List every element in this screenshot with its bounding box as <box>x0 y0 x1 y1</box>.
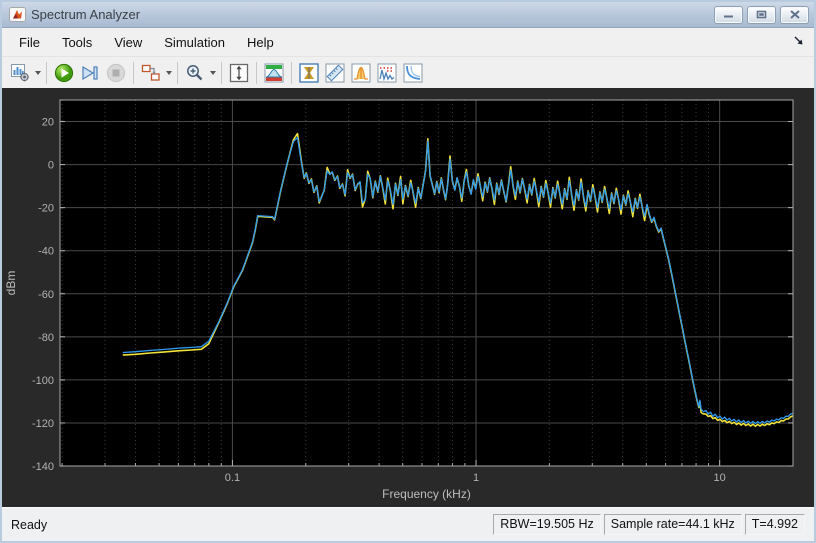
x-tick-label: 1 <box>473 472 479 484</box>
window-title: Spectrum Analyzer <box>31 7 141 22</box>
restore-icon <box>756 10 767 19</box>
y-tick-label: -20 <box>38 203 54 215</box>
y-tick-label: 20 <box>42 117 54 129</box>
toolbar-separator <box>133 61 134 84</box>
status-sample-rate: Sample rate=44.1 kHz <box>603 514 742 535</box>
zoom-in-icon <box>187 64 203 80</box>
spectrum-plot[interactable]: 0.1 1 10 20 0 -20 -40 -60 -80 -100 -120 -140 <box>2 88 814 507</box>
status-ready: Ready <box>11 517 48 532</box>
status-time: T=4.992 <box>744 514 805 535</box>
toolbar-separator <box>221 61 222 84</box>
simulink-model-button[interactable] <box>138 61 164 85</box>
window-controls <box>714 5 809 24</box>
spectrogram-icon <box>264 63 284 82</box>
minimize-button[interactable] <box>714 5 743 24</box>
ccdf-measurements-button[interactable] <box>400 61 426 85</box>
y-tick-label: -80 <box>38 332 54 344</box>
zoom-button[interactable] <box>182 61 208 85</box>
ruler-icon <box>325 63 345 82</box>
peak-finder-button[interactable] <box>348 61 374 85</box>
fit-to-view-button[interactable] <box>226 61 252 85</box>
toolbar <box>2 57 814 88</box>
y-tick-label: -120 <box>32 418 54 430</box>
run-icon <box>54 63 74 82</box>
menu-simulation[interactable]: Simulation <box>153 31 236 54</box>
toolbar-separator <box>256 61 257 84</box>
run-button[interactable] <box>51 61 77 85</box>
minimize-icon <box>724 15 733 18</box>
toolbar-separator <box>46 61 47 84</box>
step-forward-icon <box>82 65 98 80</box>
distortion-icon <box>377 63 397 82</box>
toolbar-separator <box>291 61 292 84</box>
matlab-app-icon <box>9 7 26 22</box>
zoom-dropdown[interactable] <box>208 61 217 85</box>
y-tick-label: -60 <box>38 289 54 301</box>
spectrum-settings-dropdown[interactable] <box>33 61 42 85</box>
spectrogram-button[interactable] <box>261 61 287 85</box>
simulink-blocks-icon <box>141 64 160 81</box>
ccdf-icon <box>403 63 423 82</box>
x-tick-label: 10 <box>714 472 726 484</box>
peak-finder-icon <box>351 63 371 82</box>
y-tick-label: -40 <box>38 246 54 258</box>
menu-help[interactable]: Help <box>236 31 285 54</box>
dock-arrow-icon[interactable] <box>793 35 804 46</box>
stop-icon <box>106 63 126 82</box>
x-tick-label: 0.1 <box>225 472 240 484</box>
y-axis-label: dBm <box>4 270 18 296</box>
restore-button[interactable] <box>747 5 776 24</box>
menu-bar: File Tools View Simulation Help <box>2 28 814 57</box>
menu-file[interactable]: File <box>8 31 51 54</box>
title-bar[interactable]: Spectrum Analyzer <box>2 2 814 28</box>
ruler-measurements-button[interactable] <box>322 61 348 85</box>
x-axis-label: Frequency (kHz) <box>382 487 471 501</box>
spectrum-settings-button[interactable] <box>7 61 33 85</box>
menu-tools[interactable]: Tools <box>51 31 103 54</box>
simulink-model-dropdown[interactable] <box>164 61 173 85</box>
chevron-down-icon <box>34 70 41 75</box>
cursor-measurements-icon <box>299 62 319 83</box>
close-button[interactable] <box>780 5 809 24</box>
spectrum-settings-icon <box>10 63 29 81</box>
scope-area: 0.1 1 10 20 0 -20 -40 -60 -80 -100 -120 -140 Freque… <box>2 88 814 507</box>
step-forward-button[interactable] <box>77 61 103 85</box>
toolbar-separator <box>177 61 178 84</box>
cursor-measurements-button[interactable] <box>296 61 322 85</box>
y-tick-label: 0 <box>48 160 54 172</box>
stop-button <box>103 61 129 85</box>
chevron-down-icon <box>209 70 216 75</box>
fit-to-view-icon <box>229 63 249 82</box>
distortion-measurements-button[interactable] <box>374 61 400 85</box>
menu-view[interactable]: View <box>103 31 153 54</box>
status-rbw: RBW=19.505 Hz <box>493 514 601 535</box>
status-panels: RBW=19.505 Hz Sample rate=44.1 kHz T=4.9… <box>493 514 808 535</box>
y-tick-label: -100 <box>32 375 54 387</box>
close-icon <box>789 10 800 19</box>
status-bar: Ready RBW=19.505 Hz Sample rate=44.1 kHz… <box>2 507 814 541</box>
y-tick-label: -140 <box>32 461 54 473</box>
chevron-down-icon <box>165 70 172 75</box>
spectrum-analyzer-window: Spectrum Analyzer File Tools View Simula… <box>0 0 816 543</box>
